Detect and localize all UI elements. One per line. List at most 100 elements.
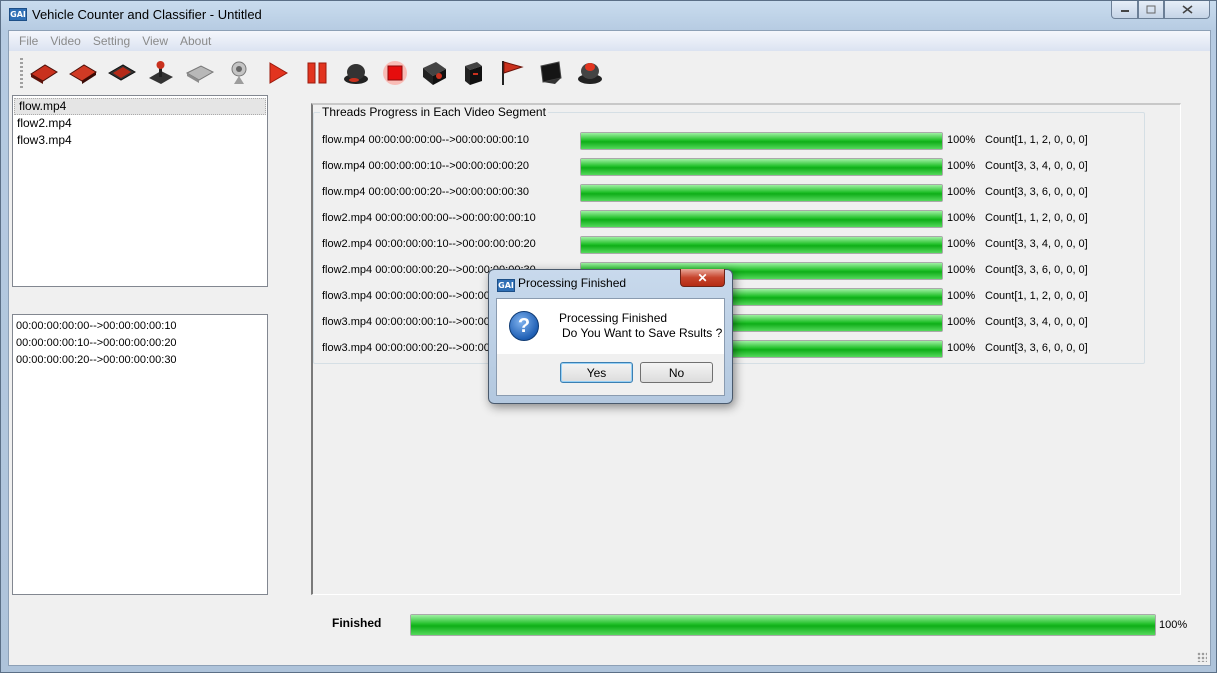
file-item[interactable]: flow2.mp4: [13, 115, 267, 132]
file-list[interactable]: flow.mp4 flow2.mp4 flow3.mp4: [12, 95, 268, 287]
thread-label: flow2.mp4 00:00:00:00:00-->00:00:00:00:1…: [322, 212, 536, 224]
pause-button[interactable]: [302, 58, 332, 88]
window-controls: [1111, 1, 1210, 19]
thread-percent: 100%: [947, 238, 976, 250]
yes-button[interactable]: Yes: [560, 362, 633, 383]
record-button[interactable]: [341, 58, 371, 88]
thread-count: Count[3, 3, 4, 0, 0, 0]: [985, 238, 1088, 250]
joystick-icon: [149, 61, 173, 84]
segment-item[interactable]: 00:00:00:00:10-->00:00:00:00:20: [13, 335, 267, 352]
menu-about[interactable]: About: [170, 31, 211, 51]
minimize-icon: [1120, 9, 1129, 12]
processing-finished-dialog: GAI Processing Finished ✕ ? Processing F…: [488, 269, 733, 404]
joystick-button[interactable]: [146, 58, 176, 88]
thread-progress-bar: [580, 158, 943, 176]
group-title: Threads Progress in Each Video Segment: [320, 105, 548, 119]
settings-box-icon: [423, 62, 446, 85]
menu-bar: File Video Setting View About: [9, 31, 1210, 51]
close-button[interactable]: [1164, 1, 1210, 19]
webcam-icon: [231, 61, 247, 84]
thread-progress-bar: [580, 132, 943, 150]
minimize-button[interactable]: [1111, 1, 1138, 19]
dialog-message-area: ? Processing Finished Do You Want to Sav…: [497, 299, 724, 354]
question-icon: ?: [509, 311, 539, 341]
thread-count: Count[3, 3, 6, 0, 0, 0]: [985, 264, 1088, 276]
resize-grip[interactable]: [1197, 652, 1207, 662]
maximize-icon: [1146, 5, 1156, 14]
maximize-button[interactable]: [1138, 1, 1164, 19]
dialog-message-line2: Do You Want to Save Rsults ?: [562, 326, 723, 340]
disk-icon: [185, 65, 215, 83]
title-bar[interactable]: GAI Vehicle Counter and Classifier - Unt…: [1, 1, 1216, 29]
toolbar-grip[interactable]: [20, 58, 23, 88]
no-button[interactable]: No: [640, 362, 713, 383]
pause-icon: [307, 62, 327, 84]
dialog-body: ? Processing Finished Do You Want to Sav…: [496, 298, 725, 396]
segment-list[interactable]: 00:00:00:00:00-->00:00:00:00:10 00:00:00…: [12, 314, 268, 595]
thread-percent: 100%: [947, 342, 976, 354]
monitor-icon: [540, 61, 562, 84]
record-icon: [344, 64, 368, 84]
thread-percent: 100%: [947, 212, 976, 224]
thread-percent: 100%: [947, 316, 976, 328]
open-folder-button[interactable]: [68, 58, 98, 88]
thread-count: Count[1, 1, 2, 0, 0, 0]: [985, 290, 1088, 302]
stop-icon: [383, 61, 407, 85]
dialog-close-button[interactable]: ✕: [680, 269, 725, 287]
thread-count: Count[3, 3, 4, 0, 0, 0]: [985, 316, 1088, 328]
close-icon: [1182, 5, 1192, 14]
thread-progress-bar: [580, 236, 943, 254]
monitor-button[interactable]: [536, 58, 566, 88]
menu-view[interactable]: View: [132, 31, 168, 51]
open-folder-icon: [69, 64, 97, 84]
app-icon: GAI: [9, 8, 27, 21]
settings-box-button[interactable]: [419, 58, 449, 88]
thread-count: Count[1, 1, 2, 0, 0, 0]: [985, 212, 1088, 224]
dialog-message-line1: Processing Finished: [559, 311, 668, 325]
progress-panel: Threads Progress in Each Video Segment f…: [311, 103, 1181, 595]
disk-button[interactable]: [185, 58, 215, 88]
load-config-icon: [108, 64, 136, 81]
thread-count: Count[1, 1, 2, 0, 0, 0]: [985, 134, 1088, 146]
thread-row: flow.mp4 00:00:00:00:10-->00:00:00:00:20…: [322, 157, 1142, 177]
thread-progress-bar: [580, 210, 943, 228]
play-icon: [269, 62, 288, 84]
thread-percent: 100%: [947, 160, 976, 172]
thread-row: flow.mp4 00:00:00:00:00-->00:00:00:00:10…: [322, 131, 1142, 151]
open-video-icon: [30, 64, 58, 84]
flag-icon: [502, 61, 524, 85]
file-item[interactable]: flow.mp4: [14, 98, 266, 115]
flag-button[interactable]: [497, 58, 527, 88]
thread-count: Count[3, 3, 6, 0, 0, 0]: [985, 342, 1088, 354]
export-icon: [465, 62, 482, 85]
main-window: GAI Vehicle Counter and Classifier - Unt…: [0, 0, 1217, 673]
export-button[interactable]: [458, 58, 488, 88]
load-config-button[interactable]: [107, 58, 137, 88]
thread-label: flow2.mp4 00:00:00:00:10-->00:00:00:00:2…: [322, 238, 536, 250]
thread-label: flow.mp4 00:00:00:00:00-->00:00:00:00:10: [322, 134, 530, 146]
thread-count: Count[3, 3, 4, 0, 0, 0]: [985, 160, 1088, 172]
thread-label: flow.mp4 00:00:00:00:10-->00:00:00:00:20: [322, 160, 530, 172]
stop-button[interactable]: [380, 58, 410, 88]
menu-setting[interactable]: Setting: [83, 31, 130, 51]
menu-video[interactable]: Video: [40, 31, 80, 51]
open-video-button[interactable]: [29, 58, 59, 88]
window-title: Vehicle Counter and Classifier - Untitle…: [32, 7, 262, 22]
menu-file[interactable]: File: [9, 31, 38, 51]
thread-row: flow2.mp4 00:00:00:00:10-->00:00:00:00:2…: [322, 235, 1142, 255]
segment-item[interactable]: 00:00:00:00:20-->00:00:00:00:30: [13, 352, 267, 369]
play-button[interactable]: [263, 58, 293, 88]
overall-percent: 100%: [1159, 619, 1188, 631]
thread-count: Count[3, 3, 6, 0, 0, 0]: [985, 186, 1088, 198]
dialog-app-icon: GAI: [497, 279, 515, 292]
webcam-button[interactable]: [224, 58, 254, 88]
dialog-title: Processing Finished: [518, 276, 627, 290]
overall-status-label: Finished: [332, 616, 382, 630]
exit-button[interactable]: [575, 58, 605, 88]
toolbar: [9, 52, 1210, 94]
close-icon: ✕: [697, 270, 708, 285]
thread-percent: 100%: [947, 134, 976, 146]
file-item[interactable]: flow3.mp4: [13, 132, 267, 149]
thread-progress-bar: [580, 184, 943, 202]
segment-item[interactable]: 00:00:00:00:00-->00:00:00:00:10: [13, 318, 267, 335]
